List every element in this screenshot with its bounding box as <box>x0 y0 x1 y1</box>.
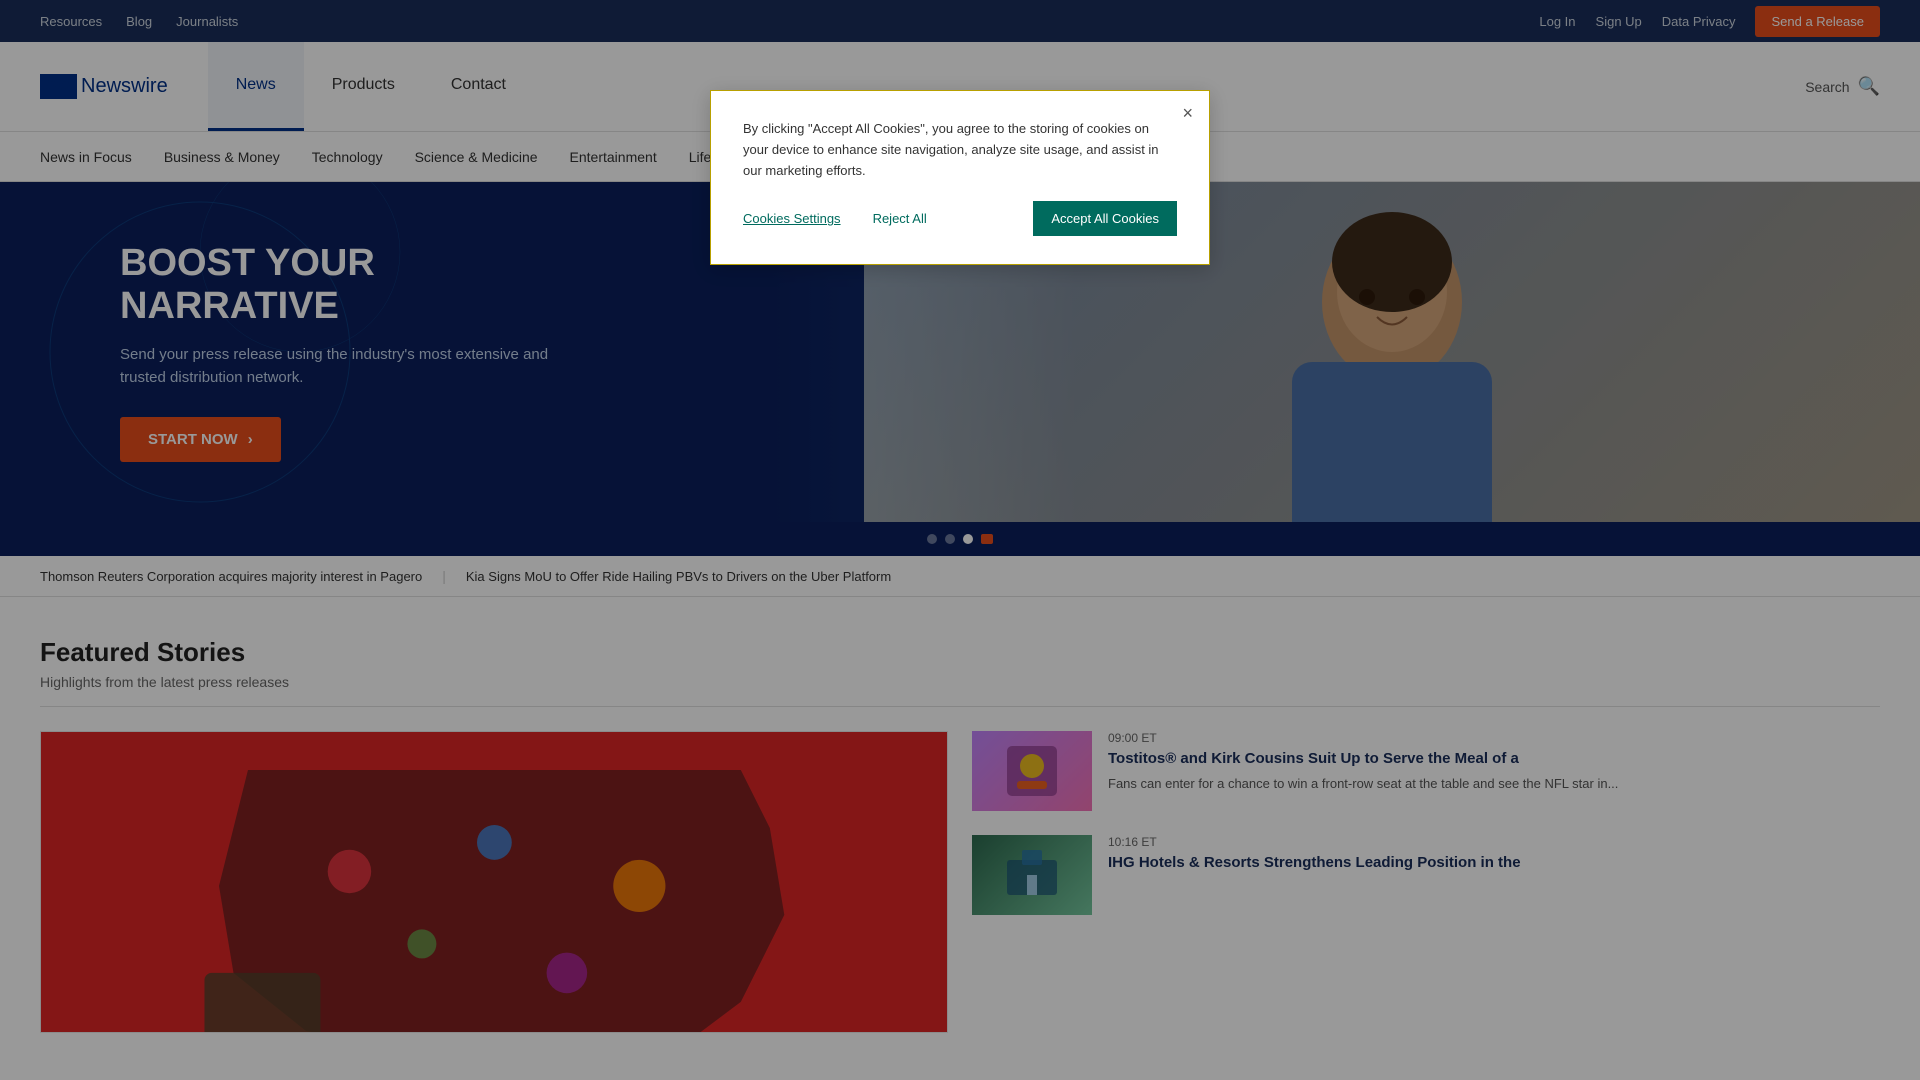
cookie-close-button[interactable]: × <box>1182 103 1193 124</box>
cookie-reject-button[interactable]: Reject All <box>873 211 927 226</box>
cookie-actions: Cookies Settings Reject All Accept All C… <box>743 201 1177 236</box>
cookie-accept-button[interactable]: Accept All Cookies <box>1033 201 1177 236</box>
cookie-settings-link[interactable]: Cookies Settings <box>743 211 841 226</box>
cookie-message: By clicking "Accept All Cookies", you ag… <box>743 119 1177 181</box>
cookie-overlay: × By clicking "Accept All Cookies", you … <box>0 0 1920 1080</box>
cookie-banner: × By clicking "Accept All Cookies", you … <box>710 90 1210 265</box>
